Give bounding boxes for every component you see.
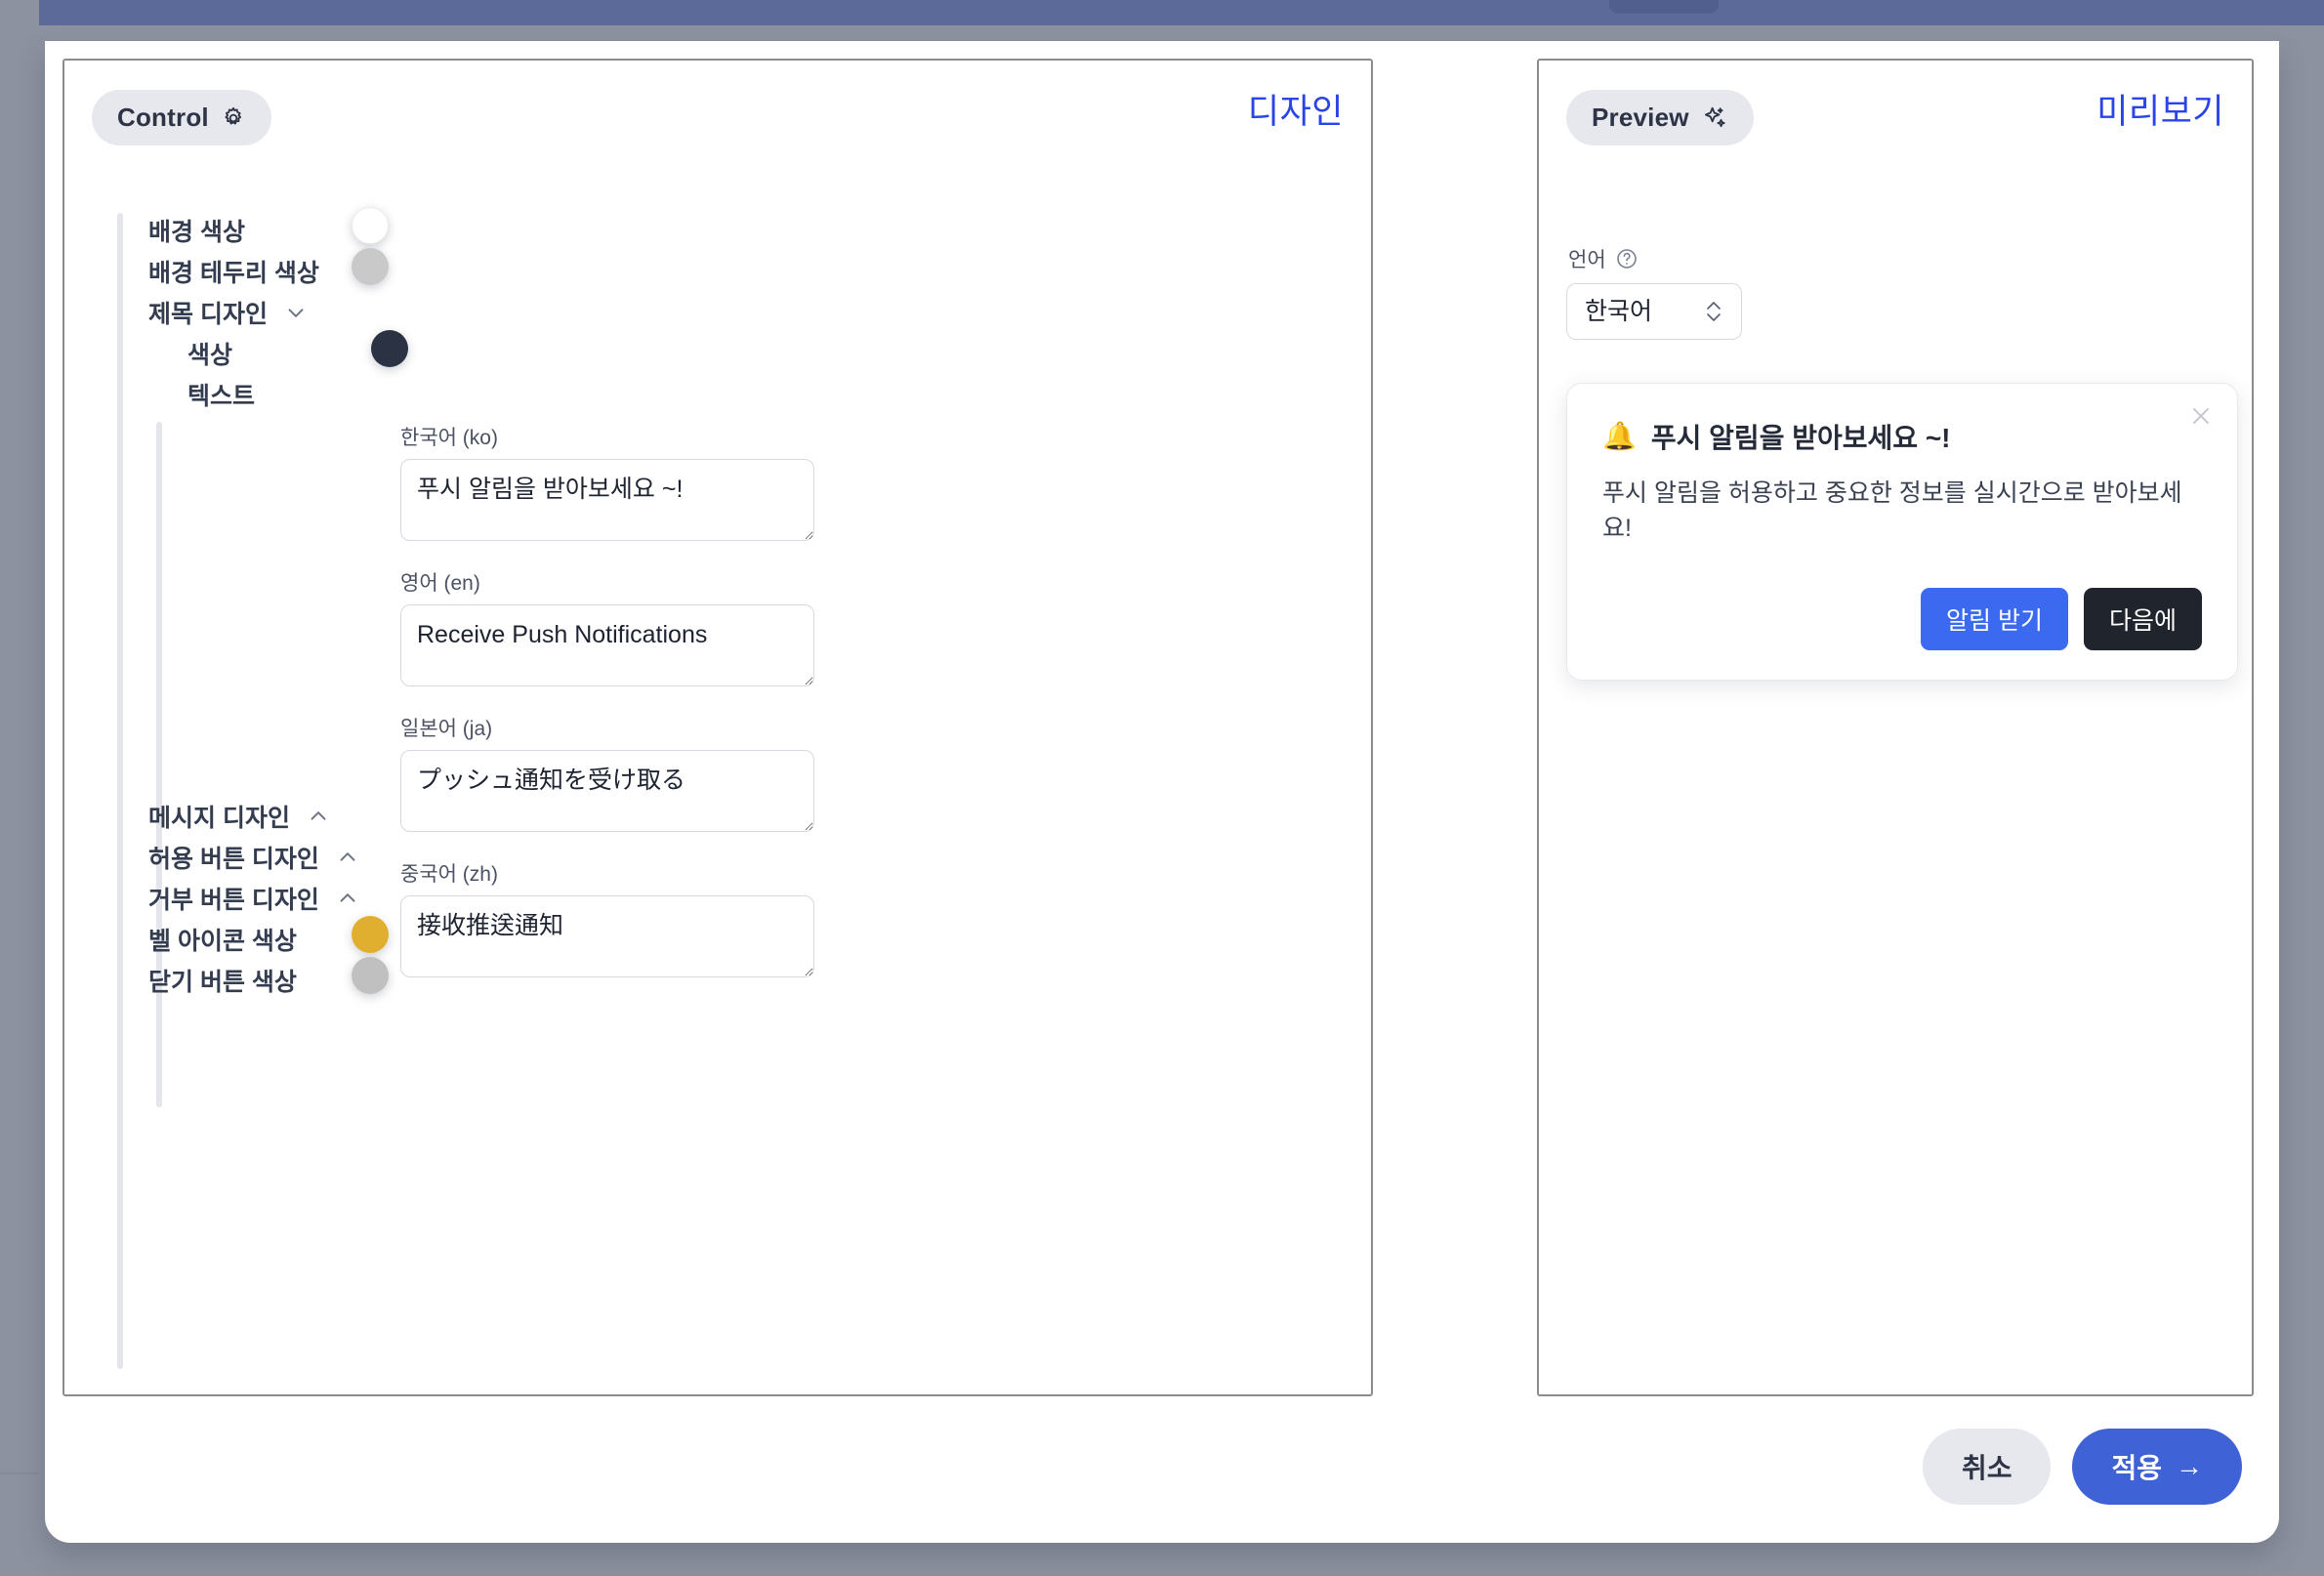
modal-footer: 취소 적용 → [62, 1408, 2242, 1525]
control-chip[interactable]: Control [92, 90, 271, 145]
tree-group-title-design[interactable]: 제목 디자인 [148, 291, 309, 334]
color-swatch-close-button-color[interactable] [352, 957, 389, 994]
tree-row-label: 제목 디자인 [148, 295, 268, 330]
preview-panel: 미리보기 Preview 언어 [1537, 59, 2254, 1396]
color-swatch-bell-icon-color[interactable] [352, 916, 389, 953]
control-chip-label: Control [117, 103, 209, 133]
translation-field-label: 일본어 (ja) [400, 713, 814, 742]
color-swatch-title-color[interactable] [371, 330, 408, 367]
apply-button[interactable]: 적용 → [2072, 1429, 2242, 1505]
notification-title-text: 푸시 알림을 받아보세요 ~! [1651, 417, 1951, 456]
translation-input-ja[interactable] [400, 750, 814, 832]
color-swatch-background-color[interactable] [352, 207, 389, 244]
translation-field-label: 한국어 (ko) [400, 422, 814, 451]
tree-guide-line-root [117, 213, 123, 1369]
tree-row-close-button-color[interactable]: 닫기 버튼 색상 [148, 959, 297, 1002]
translation-field-ja: 일본어 (ja) [400, 713, 814, 837]
tree-row-label: 텍스트 [187, 377, 255, 412]
chevron-up-icon [335, 845, 360, 870]
notification-later-button[interactable]: 다음에 [2084, 588, 2202, 650]
translation-input-ko[interactable] [400, 459, 814, 541]
design-settings-modal: 디자인 Control 배경 색상 [45, 41, 2279, 1543]
translation-input-en[interactable] [400, 604, 814, 686]
tree-row-label: 배경 색상 [148, 213, 245, 248]
notification-preview-card: 🔔 푸시 알림을 받아보세요 ~! 푸시 알림을 허용하고 중요한 정보를 실시… [1566, 383, 2238, 681]
tree-group-message-design[interactable]: 메시지 디자인 [148, 795, 331, 838]
notification-message: 푸시 알림을 허용하고 중요한 정보를 실시간으로 받아보세요! [1602, 476, 2188, 547]
tree-row-label: 거부 버튼 디자인 [148, 881, 319, 916]
chevron-up-icon [335, 886, 360, 911]
tree-row-label: 허용 버튼 디자인 [148, 840, 319, 875]
translation-field-en: 영어 (en) [400, 567, 814, 691]
preview-chip[interactable]: Preview [1566, 90, 1754, 145]
tree-row-label: 닫기 버튼 색상 [148, 963, 297, 998]
notification-allow-button[interactable]: 알림 받기 [1921, 588, 2068, 650]
translation-field-label: 영어 (en) [400, 567, 814, 597]
top-navigation-pill[interactable] [1609, 0, 1719, 14]
translation-field-zh: 중국어 (zh) [400, 858, 814, 982]
control-tree: 배경 색상 배경 테두리 색상 제목 디자인 [117, 205, 1340, 1375]
left-rail-divider [0, 1472, 39, 1474]
cancel-button[interactable]: 취소 [1923, 1429, 2052, 1505]
left-rail [0, 0, 39, 1576]
design-panel: 디자인 Control 배경 색상 [62, 59, 1373, 1396]
tree-group-allow-button-design[interactable]: 허용 버튼 디자인 [148, 836, 360, 879]
modal-body: 디자인 Control 배경 색상 [62, 59, 2262, 1396]
title-text-translations: 한국어 (ko) 영어 (en) 일본어 (ja) 중국어 (zh) [400, 422, 814, 1004]
apply-button-label: 적용 [2111, 1447, 2162, 1486]
tree-row-title-text[interactable]: 텍스트 [187, 373, 255, 416]
tree-row-background-border-color[interactable]: 배경 테두리 색상 [148, 250, 319, 293]
question-mark-circle-icon[interactable] [1615, 247, 1639, 270]
tree-row-label: 배경 테두리 색상 [148, 254, 319, 289]
notification-title-row: 🔔 푸시 알림을 받아보세요 ~! [1602, 417, 2202, 456]
language-label: 언어 [1568, 244, 1606, 273]
chevron-down-icon [283, 300, 309, 325]
notification-actions: 알림 받기 다음에 [1602, 588, 2202, 650]
tree-row-label: 벨 아이콘 색상 [148, 922, 297, 957]
gear-icon [221, 105, 246, 131]
tree-row-title-color[interactable]: 색상 [187, 332, 232, 375]
color-swatch-background-border-color[interactable] [352, 248, 389, 285]
tree-row-background-color[interactable]: 배경 색상 [148, 209, 245, 252]
close-icon[interactable] [2184, 399, 2218, 433]
translation-field-label: 중국어 (zh) [400, 858, 814, 888]
language-select[interactable]: 한국어영어일본어중국어 [1566, 283, 1742, 340]
arrow-right-icon: → [2176, 1451, 2203, 1482]
top-navigation-bar [39, 0, 2324, 25]
tree-group-deny-button-design[interactable]: 거부 버튼 디자인 [148, 877, 360, 920]
tree-row-label: 메시지 디자인 [148, 799, 290, 834]
chevron-up-icon [306, 804, 331, 829]
language-label-row: 언어 [1568, 244, 1639, 273]
preview-chip-label: Preview [1592, 103, 1689, 133]
preview-panel-title: 미리보기 [2096, 84, 2224, 134]
tree-row-label: 색상 [187, 336, 232, 371]
translation-input-zh[interactable] [400, 895, 814, 977]
design-panel-title: 디자인 [1248, 84, 1344, 134]
tree-guide-line-nested [156, 422, 162, 1107]
translation-field-ko: 한국어 (ko) [400, 422, 814, 546]
tree-row-bell-icon-color[interactable]: 벨 아이콘 색상 [148, 918, 297, 961]
sparkles-icon [1701, 104, 1728, 132]
bell-icon: 🔔 [1602, 423, 1637, 450]
